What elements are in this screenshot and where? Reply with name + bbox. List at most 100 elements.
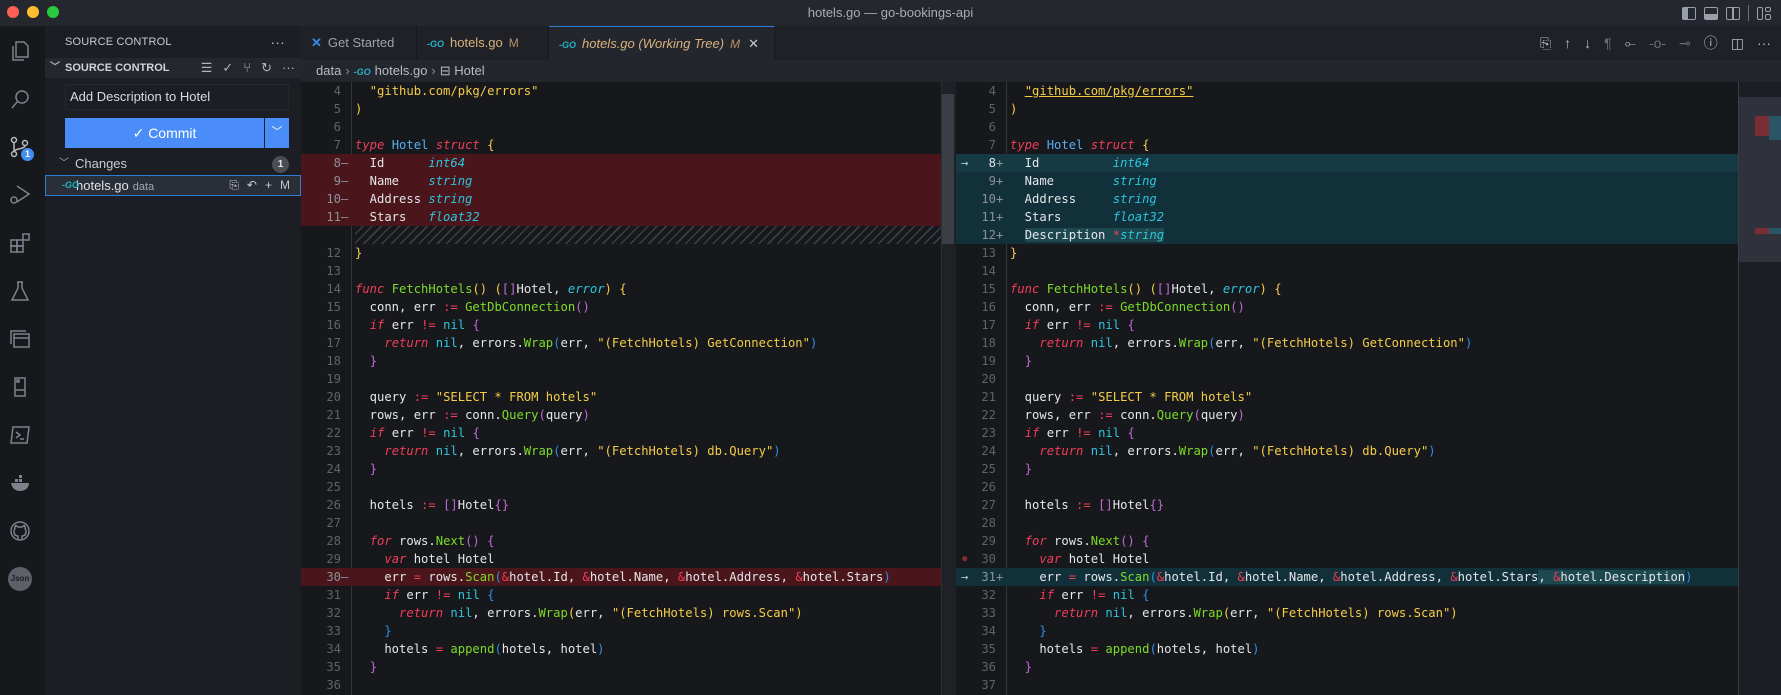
breadcrumb-item-folder[interactable]: data [316,63,341,78]
code-line: 32 return nil, errors.Wrap(err, "(FetchH… [326,606,803,620]
go-file-icon: -GO [427,39,444,49]
changes-label: Changes [75,156,128,171]
code-line: 12} [326,246,363,260]
commit-dropdown-button[interactable]: ﹀ [265,118,289,148]
bookmarks-icon[interactable] [0,367,40,407]
deleted-line: 30— err = rows.Scan(&hotel.Id, &hotel.Na… [301,568,941,586]
toggle-secondary-sidebar-icon[interactable] [1726,6,1740,20]
split-editor-icon[interactable]: ◫ [1731,35,1744,52]
diff-original-pane[interactable]: 4 "github.com/pkg/errors" 5) 6 7 type Hot… [301,82,941,695]
more-actions-icon[interactable]: ··· [270,26,285,58]
code-line: 34 hotels = append(hotels, hotel) [326,642,605,656]
vscode-logo-icon: ✕ [311,35,322,50]
git-previous-revision-icon[interactable]: ⟜ [1625,35,1636,52]
toggle-panel-icon[interactable] [1704,6,1718,20]
previous-change-icon[interactable]: ↑ [1564,35,1571,51]
struct-icon: ⊟ [439,63,455,78]
discard-changes-icon[interactable]: ↶ [247,176,257,195]
chevron-down-icon: ﹀ [271,126,283,138]
close-tab-icon[interactable]: ✕ [748,36,759,51]
source-control-section-header[interactable]: ﹀ SOURCE CONTROL ☰ ✓ ⑂ ↻ ··· [45,58,301,78]
breadcrumb-item-file[interactable]: hotels.go [375,63,428,78]
code-line: 4 "github.com/pkg/errors" [988,84,1194,98]
more-actions-icon[interactable]: ··· [1757,35,1771,51]
code-line: 34 } [981,624,1047,638]
git-commit-icon[interactable]: -o- [1649,35,1666,51]
search-icon[interactable] [0,79,40,119]
refresh-icon[interactable]: ↻ [261,58,272,78]
toggle-primary-sidebar-icon[interactable] [1682,6,1696,20]
commit-button-group: ✓ Commit ﹀ [65,118,289,148]
file-name: hotels.go [76,178,129,193]
code-line: 31 if err != nil { [326,588,495,602]
source-control-badge: 1 [21,148,34,161]
code-line: 7 type Hotel struct { [333,138,495,152]
code-line: 19 [326,372,341,386]
code-line: 25 } [981,462,1033,476]
terminal-icon[interactable] [0,415,40,455]
code-line: 21 rows, err := conn.Query(query) [326,408,590,422]
code-line: 4 "github.com/pkg/errors" [333,84,539,98]
changes-group-header[interactable]: ﹀ Changes 1 [45,154,301,174]
deleted-line: 9— Name string [301,172,941,190]
added-line: 10 + Address string [956,190,1738,208]
added-line: → 8 + Id int64 [956,154,1738,172]
json-icon[interactable]: Json [0,559,40,599]
editor-tabs: ✕ Get Started -GO hotels.go M -GO hotels.go … [301,26,1781,60]
code-line: 14 func FetchHotels() ([]Hotel, error) { [326,282,627,296]
tab-hotels-go-working-tree[interactable]: -GO hotels.go (Working Tree) M ✕ [549,26,775,60]
code-line: 23 if err != nil { [981,426,1135,440]
commit-message-input[interactable]: Add Description to Hotel [65,84,289,110]
tab-hotels-go[interactable]: -GO hotels.go M [417,26,549,60]
code-line: 6 [333,120,341,134]
testing-icon[interactable] [0,271,40,311]
view-as-tree-icon[interactable]: ☰ [201,58,213,78]
editor-actions: ⎘ ↑ ↓ ¶ ⟜ -o- ⊸ ⓘ ◫ ··· [1540,26,1771,60]
extensions-icon[interactable] [0,223,40,263]
minimap-deletion-marker [1755,116,1769,136]
create-pull-request-icon[interactable]: ⑂ [243,58,251,78]
code-line: 21 query := "SELECT * FROM hotels" [981,390,1253,404]
explorer-icon[interactable] [0,31,40,71]
go-file-icon: -GO [353,67,371,77]
stage-changes-icon[interactable]: + [265,176,272,195]
next-change-icon[interactable]: ↓ [1584,35,1591,51]
code-line: 5) [333,102,363,116]
code-line: 33 return nil, errors.Wrap(err, "(FetchH… [981,606,1458,620]
changed-file-item[interactable]: -GO hotels.go data ⎘ ↶ + M [45,175,301,196]
git-next-revision-icon[interactable]: ⊸ [1679,35,1691,52]
minimap-addition-marker [1769,116,1781,140]
layout-controls [1682,5,1771,21]
diff-modified-pane[interactable]: 4 "github.com/pkg/errors" 5) 6 7 type Hot… [956,82,1738,695]
code-line: 33 } [326,624,392,638]
code-line: ● 30 var hotel Hotel [962,552,1150,566]
code-line: 15 conn, err := GetDbConnection() [326,300,590,314]
added-line: → 31 + err = rows.Scan(&hotel.Id, &hotel.N… [956,568,1738,586]
remote-explorer-icon[interactable] [0,319,40,359]
breadcrumb-item-symbol[interactable]: Hotel [454,63,484,78]
minimap[interactable] [1738,82,1781,695]
run-debug-icon[interactable] [0,175,40,215]
open-file-icon[interactable]: ⎘ [1540,35,1551,52]
code-line: 29 for rows.Next() { [981,534,1150,548]
code-line: 17 if err != nil { [981,318,1135,332]
more-actions-icon[interactable]: ··· [282,58,295,78]
git-lens-icon[interactable]: ⓘ [1704,33,1718,53]
docker-icon[interactable] [0,463,40,503]
code-line: 27 hotels := []Hotel{} [981,498,1165,512]
open-file-icon[interactable]: ⎘ [229,176,239,195]
commit-button[interactable]: ✓ Commit [65,118,264,148]
original-pane-scrollbar[interactable] [941,82,956,695]
show-whitespace-icon[interactable]: ¶ [1604,35,1612,51]
source-control-icon[interactable]: 1 [0,127,40,167]
github-icon[interactable] [0,511,40,551]
code-line: 28 [981,516,996,530]
commit-check-icon[interactable]: ✓ [222,58,233,78]
tab-get-started[interactable]: ✕ Get Started [301,26,417,60]
customize-layout-icon[interactable] [1757,6,1771,20]
code-line: 36 } [981,660,1033,674]
code-line: 20 [981,372,996,386]
minimap-addition-marker [1769,228,1781,234]
code-line: 5) [988,102,1018,116]
title-bar: hotels.go — go-bookings-api [0,0,1781,26]
